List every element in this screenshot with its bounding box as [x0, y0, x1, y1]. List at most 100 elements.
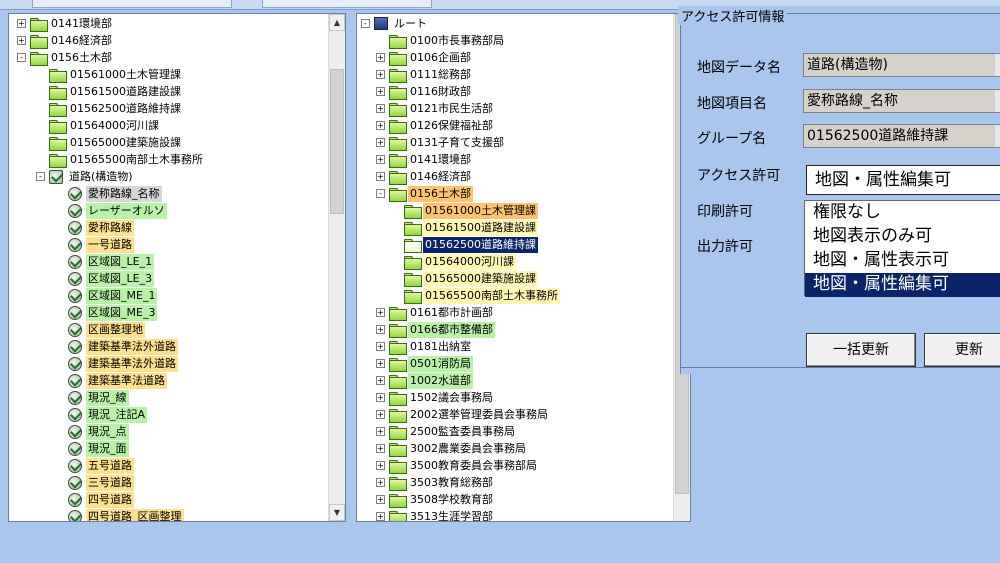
tree-node-label[interactable]: 区域図_LE_3 — [86, 270, 155, 287]
tree-node[interactable]: 建築基準法外道路 — [55, 355, 178, 372]
tree-node-label[interactable]: 現況_注記A — [86, 406, 148, 423]
tree-node-label[interactable]: 区域図_ME_3 — [86, 304, 158, 321]
tree-node-label[interactable]: 0146経済部 — [408, 169, 473, 185]
tree-node[interactable]: 01565000建築施設課 — [36, 134, 183, 151]
tree-node[interactable]: +0166都市整備部 — [376, 321, 495, 338]
tree-node-label[interactable]: 1502議会事務局 — [408, 390, 495, 406]
expand-icon[interactable]: + — [376, 342, 385, 351]
tree-node-label[interactable]: 0121市民生活部 — [408, 101, 495, 117]
tree-node[interactable]: 一号道路 — [55, 236, 134, 253]
tree-node-label[interactable]: 区画整理地 — [86, 321, 145, 338]
permission-options-dropdown[interactable]: 権限なし 地図表示のみ可 地図・属性表示可 地図・属性編集可 — [804, 200, 1000, 297]
tree-node[interactable]: 01561500道路建設課 — [36, 83, 183, 100]
tree-node-label[interactable]: 0131子育て支援部 — [408, 135, 506, 151]
collapse-icon[interactable]: - — [361, 19, 370, 28]
tree-node[interactable]: +0131子育て支援部 — [376, 134, 506, 151]
tree-node-label[interactable]: 01561500道路建設課 — [423, 219, 538, 236]
dropdown-option-selected[interactable]: 地図・属性編集可 — [805, 273, 1000, 297]
tree-node[interactable]: +0106企画部 — [376, 49, 473, 66]
tree-node-label[interactable]: 0126保健福祉部 — [408, 118, 495, 134]
tree-node[interactable]: 四号道路 — [55, 491, 134, 508]
tree-node[interactable]: +3500教育委員会事務部局 — [376, 457, 539, 474]
tree-node[interactable]: 01562500道路維持課 — [391, 235, 539, 254]
tree-node[interactable]: 建築基準法道路 — [55, 372, 167, 389]
expand-icon[interactable]: + — [17, 36, 26, 45]
tree-node[interactable]: 三号道路 — [55, 474, 134, 491]
tree-node-label[interactable]: 0106企画部 — [408, 50, 473, 66]
tree-node-label[interactable]: 01565500南部土木事務所 — [68, 152, 205, 168]
tree-node-label[interactable]: レーザーオルソ — [86, 202, 167, 219]
expand-icon[interactable]: + — [376, 393, 385, 402]
tree-node-label[interactable]: 0181出納室 — [408, 339, 473, 355]
tree-node[interactable]: +2002選挙管理委員会事務局 — [376, 406, 550, 423]
dropdown-option[interactable]: 地図・属性表示可 — [805, 249, 1000, 273]
tree-node-label[interactable]: 0141環境部 — [408, 152, 473, 168]
tree-node[interactable]: +0116財政部 — [376, 83, 473, 100]
tree-node-label[interactable]: 01562500道路維持課 — [68, 101, 183, 117]
tree-node-label[interactable]: 01562500道路維持課 — [422, 235, 539, 254]
tree-node[interactable]: +2500監査委員事務局 — [376, 423, 517, 440]
tree-node[interactable]: 01565500南部土木事務所 — [391, 287, 560, 304]
tree-node[interactable]: 0100市長事務部局 — [376, 32, 506, 49]
tree-node[interactable]: 区域図_LE_1 — [55, 253, 155, 270]
tree-node-label[interactable]: 2500監査委員事務局 — [408, 424, 517, 440]
expand-icon[interactable]: + — [376, 138, 385, 147]
expand-icon[interactable]: + — [376, 325, 385, 334]
expand-icon[interactable]: + — [376, 308, 385, 317]
tree-node-label[interactable]: 区域図_LE_1 — [86, 253, 155, 270]
tree-node[interactable]: +0141環境部 — [17, 15, 114, 32]
tree-node[interactable]: 01565000建築施設課 — [391, 270, 538, 287]
expand-icon[interactable]: + — [376, 495, 385, 504]
tree-node-label[interactable]: 01564000河川課 — [68, 118, 161, 134]
tree-node[interactable]: レーザーオルソ — [55, 202, 167, 219]
tree-node-label[interactable]: 0161都市計画部 — [408, 305, 495, 321]
tree-node-label[interactable]: 0116財政部 — [408, 84, 473, 100]
tree-node[interactable]: 愛称路線 — [55, 219, 134, 236]
tree-node-label[interactable]: 四号道路_区画整理 — [86, 508, 184, 521]
tree-node-label[interactable]: 0166都市整備部 — [408, 321, 495, 338]
tree-node[interactable]: +0141環境部 — [376, 151, 473, 168]
tree-node-label[interactable]: 1002水道部 — [408, 372, 473, 389]
tree-node-label[interactable]: 3513生涯学習部 — [408, 509, 495, 522]
expand-icon[interactable]: + — [376, 70, 385, 79]
tree-node-label[interactable]: 愛称路線 — [86, 219, 134, 236]
vertical-scrollbar[interactable]: ▲ ▼ — [328, 14, 345, 521]
tree-node-label[interactable]: 一号道路 — [86, 236, 134, 253]
bulk-update-button[interactable]: 一括更新 — [806, 333, 916, 367]
expand-icon[interactable]: + — [376, 359, 385, 368]
tree-node-label[interactable]: 現況_線 — [86, 389, 129, 406]
tree-node[interactable]: 愛称路線_名称 — [55, 185, 162, 202]
tree-node[interactable]: +0146経済部 — [17, 32, 114, 49]
expand-icon[interactable]: + — [376, 461, 385, 470]
expand-icon[interactable]: + — [376, 410, 385, 419]
tree-node-label[interactable]: 0146経済部 — [49, 33, 114, 49]
tree-node[interactable]: +0126保健福祉部 — [376, 117, 495, 134]
tree-node-label[interactable]: 区域図_ME_1 — [86, 287, 158, 304]
tree-node-label[interactable]: 四号道路 — [86, 491, 134, 508]
scroll-up-button[interactable]: ▲ — [329, 14, 345, 31]
access-permission-select[interactable]: 地図・属性編集可 — [806, 165, 1000, 195]
tree-node-label[interactable]: 3508学校教育部 — [408, 492, 495, 508]
tree-node[interactable]: 四号道路_区画整理 — [55, 508, 184, 521]
tree-node-label[interactable]: 現況_面 — [86, 440, 129, 457]
tree-node-label[interactable]: 現況_点 — [86, 423, 129, 440]
tree-node-label[interactable]: 0501消防局 — [408, 355, 473, 372]
tree-node-label[interactable]: 0100市長事務部局 — [408, 33, 506, 49]
tree-node[interactable]: +0161都市計画部 — [376, 304, 495, 321]
tree-node[interactable]: +0181出納室 — [376, 338, 473, 355]
collapse-icon[interactable]: - — [36, 172, 45, 181]
expand-icon[interactable]: + — [17, 19, 26, 28]
tree-node[interactable]: +3508学校教育部 — [376, 491, 495, 508]
expand-icon[interactable]: + — [376, 478, 385, 487]
tab-stub[interactable] — [32, 0, 232, 8]
tree-node[interactable]: +0146経済部 — [376, 168, 473, 185]
tree-node-label[interactable]: 3500教育委員会事務部局 — [408, 458, 539, 474]
tree-node-label[interactable]: 2002選挙管理委員会事務局 — [408, 407, 550, 423]
dropdown-option[interactable]: 地図表示のみ可 — [805, 225, 1000, 249]
tree-node-label[interactable]: 建築基準法外道路 — [86, 355, 178, 372]
tree-node[interactable]: - 0156土木部 — [17, 49, 114, 66]
tree-node[interactable]: 01562500道路維持課 — [36, 100, 183, 117]
expand-icon[interactable]: + — [376, 53, 385, 62]
tree-node[interactable]: 区域図_ME_1 — [55, 287, 158, 304]
tree-node-label[interactable]: 01561000土木管理課 — [423, 202, 538, 219]
